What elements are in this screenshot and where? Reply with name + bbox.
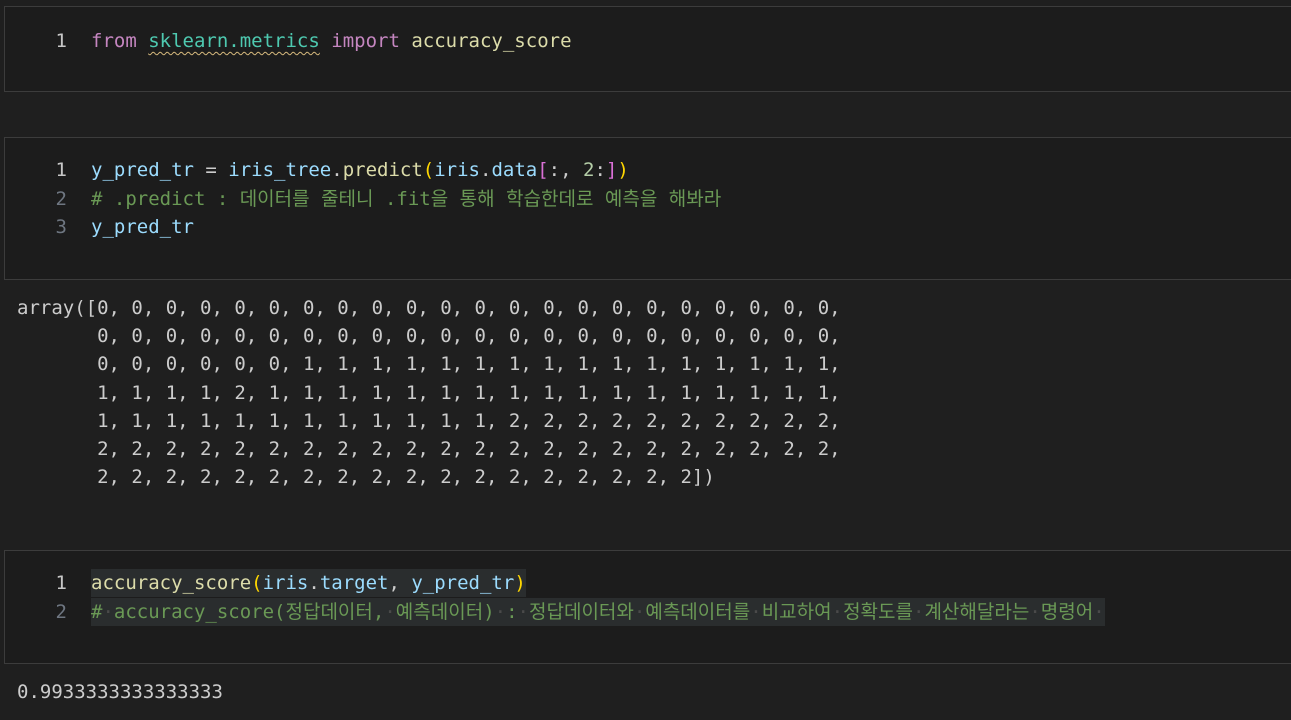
code-token: · — [102, 600, 114, 623]
code-token: sklearn.metrics — [148, 30, 320, 52]
line-number: 3 — [55, 216, 67, 239]
code-token: 예측데이터를 — [645, 600, 751, 623]
code-token: · — [1029, 600, 1041, 623]
code-token: 예측데이터) — [395, 600, 495, 623]
code-line[interactable]: 1 from sklearn.metrics import accuracy_sc… — [5, 27, 1291, 55]
code-token: · — [633, 600, 646, 623]
code-token: target — [319, 572, 389, 594]
code-token: 비교하여 — [761, 600, 832, 623]
code-text: y_pred_tr = iris_tree.predict(iris.data[… — [91, 156, 629, 184]
code-token: · — [750, 600, 762, 623]
code-token: · — [831, 600, 844, 623]
code-line[interactable]: 3 y_pred_tr — [5, 213, 1291, 241]
code-token: from — [91, 30, 137, 52]
code-token: [ — [537, 159, 549, 181]
code-token: · — [517, 600, 529, 623]
code-cell-predict[interactable]: 1 y_pred_tr = iris_tree.predict(iris.data… — [4, 137, 1291, 280]
code-line[interactable]: 2 # .predict : 데이터를 줄테니 .fit을 통해 학습한데로 예측… — [5, 185, 1291, 213]
code-token: import — [331, 30, 400, 52]
code-token: ) — [514, 572, 526, 594]
code-cell-accuracy[interactable]: 1 accuracy_score(iris.target, y_pred_tr) 2… — [4, 550, 1291, 664]
code-token: = — [193, 159, 229, 181]
code-token: predict — [342, 159, 423, 181]
code-text: accuracy_score(iris.target, y_pred_tr) — [91, 569, 526, 597]
code-token: y_pred_tr — [411, 572, 515, 594]
code-token: iris — [262, 572, 309, 594]
code-token: # .predict : 데이터를 줄테니 .fit을 통해 학습한데로 예측을… — [91, 187, 722, 210]
code-token: . — [479, 159, 492, 181]
line-number: 2 — [55, 600, 67, 623]
code-token: # — [91, 600, 103, 623]
code-token: 2 — [582, 159, 595, 181]
code-token: : — [594, 159, 606, 181]
code-token: 명령어 — [1040, 600, 1094, 623]
line-number: 1 — [55, 572, 67, 594]
output-score: 0.9933333333333333 — [17, 681, 223, 703]
code-token: · — [494, 600, 507, 623]
code-token: ( — [422, 159, 435, 181]
code-token: y_pred_tr — [91, 159, 194, 181]
code-text: y_pred_tr — [91, 213, 194, 241]
code-token: : — [506, 600, 518, 623]
code-text: #·accuracy_score(정답데이터,·예측데이터)·:·정답데이터와·… — [91, 597, 1105, 626]
code-token: iris — [434, 159, 480, 181]
line-number: 2 — [55, 187, 67, 210]
code-cell-import[interactable]: 1 from sklearn.metrics import accuracy_sc… — [4, 6, 1291, 92]
code-token: accuracy_score — [411, 30, 572, 52]
code-line[interactable]: 2 #·accuracy_score(정답데이터,·예측데이터)·:·정답데이터와… — [5, 597, 1291, 626]
code-token: , — [388, 572, 412, 594]
code-text: # .predict : 데이터를 줄테니 .fit을 통해 학습한데로 예측을… — [91, 185, 721, 213]
line-number: 1 — [55, 159, 67, 181]
code-token: ] — [605, 159, 618, 181]
code-token: :, — [548, 159, 583, 181]
code-token: ( — [251, 572, 263, 594]
code-token: . — [308, 572, 320, 594]
code-token: 정답데이터와 — [529, 600, 634, 623]
code-token: ) — [617, 159, 629, 181]
code-token: y_pred_tr — [91, 216, 194, 239]
code-token: . — [331, 159, 343, 181]
code-line[interactable]: 1 y_pred_tr = iris_tree.predict(iris.data… — [5, 156, 1291, 184]
code-token: 계산해달라는 — [924, 600, 1030, 623]
code-token: · — [384, 600, 396, 623]
line-number: 1 — [55, 30, 67, 52]
code-token: accuracy_score — [91, 572, 252, 594]
code-token: 정확도를 — [843, 600, 913, 623]
code-token: data — [491, 159, 538, 181]
code-token: · — [912, 600, 925, 623]
code-text: from sklearn.metrics import accuracy_sco… — [91, 27, 572, 55]
output-array: array([0, 0, 0, 0, 0, 0, 0, 0, 0, 0, 0, … — [17, 297, 841, 489]
code-line[interactable]: 1 accuracy_score(iris.target, y_pred_tr) — [5, 569, 1291, 597]
code-token: · — [1093, 600, 1105, 623]
code-token: iris_tree — [228, 159, 332, 181]
code-token: accuracy_score(정답데이터, — [113, 600, 385, 623]
